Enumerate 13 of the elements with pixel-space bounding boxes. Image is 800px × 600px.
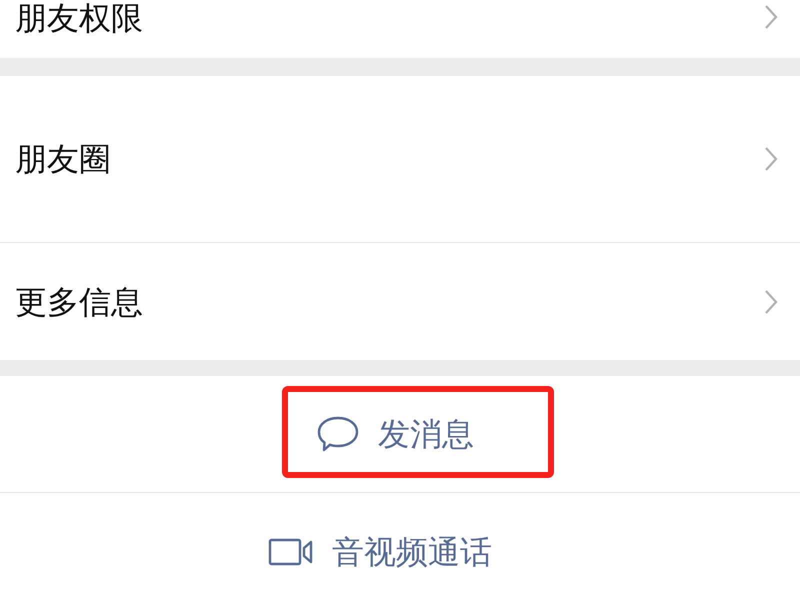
send-message-button[interactable]: 发消息 [316,415,474,453]
row-label: 朋友圈 [15,143,111,175]
chevron-right-icon [764,4,778,30]
list-row[interactable]: 更多信息 [0,243,800,360]
list-row[interactable]: 朋友权限 [0,0,800,58]
video-call-button[interactable]: 音视频通话 [268,536,492,568]
chevron-right-icon [764,288,778,314]
speech-bubble-icon [316,415,360,453]
video-camera-icon [268,537,314,567]
chevron-right-icon [764,146,778,172]
row-label: 朋友权限 [15,2,143,34]
list-row[interactable]: 朋友圈 [0,76,800,243]
row-label: 更多信息 [15,286,143,318]
